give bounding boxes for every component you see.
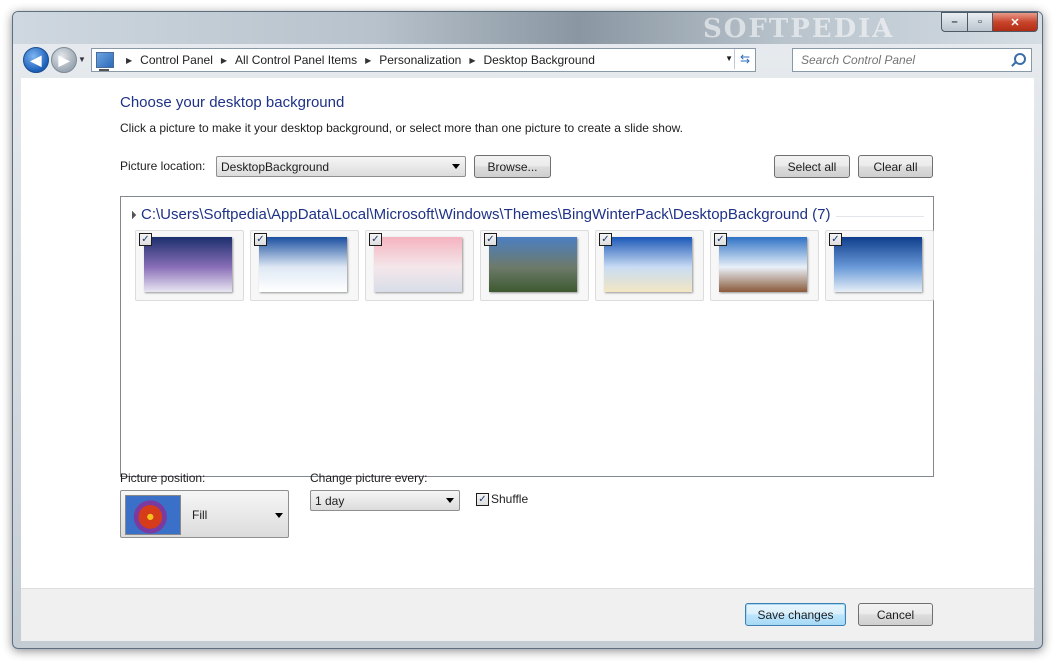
browse-button[interactable]: Browse... — [474, 155, 551, 178]
control-panel-window: SOFTPEDIA – ▫ ✕ ◀ ▶ ▼ ▶ Control Panel ▶ … — [12, 11, 1043, 649]
content-area: Choose your desktop background Click a p… — [21, 78, 1034, 588]
minimize-button[interactable]: – — [941, 12, 968, 32]
back-arrow-icon[interactable]: ◀ — [23, 47, 49, 73]
cancel-button[interactable]: Cancel — [858, 603, 933, 626]
thumbnail-checkbox[interactable]: ✓ — [714, 233, 727, 246]
picture-position-value: Fill — [192, 508, 208, 522]
caption-buttons: – ▫ ✕ — [941, 12, 1038, 32]
control-panel-icon — [96, 52, 114, 71]
wallpaper-image — [489, 237, 577, 292]
thumbnail-checkbox[interactable]: ✓ — [254, 233, 267, 246]
thumbnail-checkbox[interactable]: ✓ — [369, 233, 382, 246]
save-changes-button[interactable]: Save changes — [745, 603, 846, 626]
thumbnail-row: ✓ ✓ ✓ ✓ ✓ ✓ ✓ — [135, 230, 940, 301]
picture-position-label: Picture position: — [120, 471, 206, 485]
folder-path: C:\Users\Softpedia\AppData\Local\Microso… — [141, 206, 831, 223]
wallpaper-thumbnail[interactable]: ✓ — [710, 230, 819, 301]
chevron-down-icon — [446, 498, 454, 503]
forward-arrow-icon[interactable]: ▶ — [51, 47, 77, 73]
change-picture-value: 1 day — [315, 493, 345, 508]
page-title: Choose your desktop background — [120, 94, 345, 111]
shuffle-label[interactable]: Shuffle — [491, 492, 528, 506]
breadcrumb-all-items[interactable]: All Control Panel Items — [235, 53, 357, 67]
address-dropdown-icon[interactable]: ▼ — [725, 54, 733, 63]
page-description: Click a picture to make it your desktop … — [120, 121, 683, 135]
search-icon[interactable] — [1014, 53, 1026, 65]
picture-location-value: DesktopBackground — [221, 159, 330, 174]
wallpaper-thumbnail[interactable]: ✓ — [480, 230, 589, 301]
footer-bar: Save changes Cancel — [21, 588, 1034, 641]
navigation-bar: ◀ ▶ ▼ ▶ Control Panel ▶ All Control Pane… — [13, 44, 1042, 74]
breadcrumb-separator-icon[interactable]: ▶ — [365, 56, 371, 65]
change-picture-label: Change picture every: — [310, 471, 428, 485]
picture-location-label: Picture location: — [120, 159, 206, 173]
maximize-button[interactable]: ▫ — [968, 12, 993, 32]
breadcrumb-separator-icon[interactable]: ▶ — [221, 56, 227, 65]
breadcrumb-separator-icon[interactable]: ▶ — [469, 56, 475, 65]
wallpaper-image — [604, 237, 692, 292]
wallpaper-image — [374, 237, 462, 292]
chevron-down-icon — [452, 164, 460, 169]
wallpaper-image — [259, 237, 347, 292]
wallpaper-thumbnail[interactable]: ✓ — [365, 230, 474, 301]
group-divider — [836, 216, 924, 217]
breadcrumb-control-panel[interactable]: Control Panel — [140, 53, 213, 67]
wallpaper-thumbnail[interactable]: ✓ — [595, 230, 704, 301]
breadcrumb-desktop-background[interactable]: Desktop Background — [483, 53, 594, 67]
breadcrumb-personalization[interactable]: Personalization — [379, 53, 461, 67]
search-input[interactable] — [799, 52, 1013, 68]
collapse-triangle-icon[interactable] — [127, 210, 137, 219]
position-preview-image — [125, 495, 181, 535]
title-bar[interactable]: SOFTPEDIA – ▫ ✕ — [13, 12, 1042, 44]
thumbnail-checkbox[interactable]: ✓ — [829, 233, 842, 246]
wallpaper-image — [834, 237, 922, 292]
thumbnail-checkbox[interactable]: ✓ — [599, 233, 612, 246]
address-bar[interactable]: ▶ Control Panel ▶ All Control Panel Item… — [91, 48, 756, 72]
close-button[interactable]: ✕ — [993, 12, 1038, 32]
watermark: SOFTPEDIA — [703, 14, 895, 44]
select-all-button[interactable]: Select all — [774, 155, 850, 178]
shuffle-checkbox[interactable]: ✓ — [476, 493, 489, 506]
wallpaper-thumbnail[interactable]: ✓ — [825, 230, 934, 301]
picture-position-combo[interactable]: Fill — [120, 490, 289, 538]
picture-list[interactable]: C:\Users\Softpedia\AppData\Local\Microso… — [120, 196, 934, 477]
thumbnail-checkbox[interactable]: ✓ — [139, 233, 152, 246]
picture-location-combo[interactable]: DesktopBackground — [216, 156, 466, 177]
breadcrumb-separator-icon[interactable]: ▶ — [126, 56, 132, 65]
search-box[interactable] — [792, 48, 1032, 72]
chevron-down-icon — [275, 513, 283, 518]
folder-group-header[interactable]: C:\Users\Softpedia\AppData\Local\Microso… — [127, 206, 831, 223]
wallpaper-image — [719, 237, 807, 292]
wallpaper-thumbnail[interactable]: ✓ — [135, 230, 244, 301]
thumbnail-checkbox[interactable]: ✓ — [484, 233, 497, 246]
clear-all-button[interactable]: Clear all — [858, 155, 933, 178]
recent-pages-dropdown-icon[interactable]: ▼ — [78, 55, 86, 64]
change-picture-interval-combo[interactable]: 1 day — [310, 490, 460, 511]
wallpaper-thumbnail[interactable]: ✓ — [250, 230, 359, 301]
refresh-icon[interactable]: ⇆ — [734, 49, 755, 69]
wallpaper-image — [144, 237, 232, 292]
